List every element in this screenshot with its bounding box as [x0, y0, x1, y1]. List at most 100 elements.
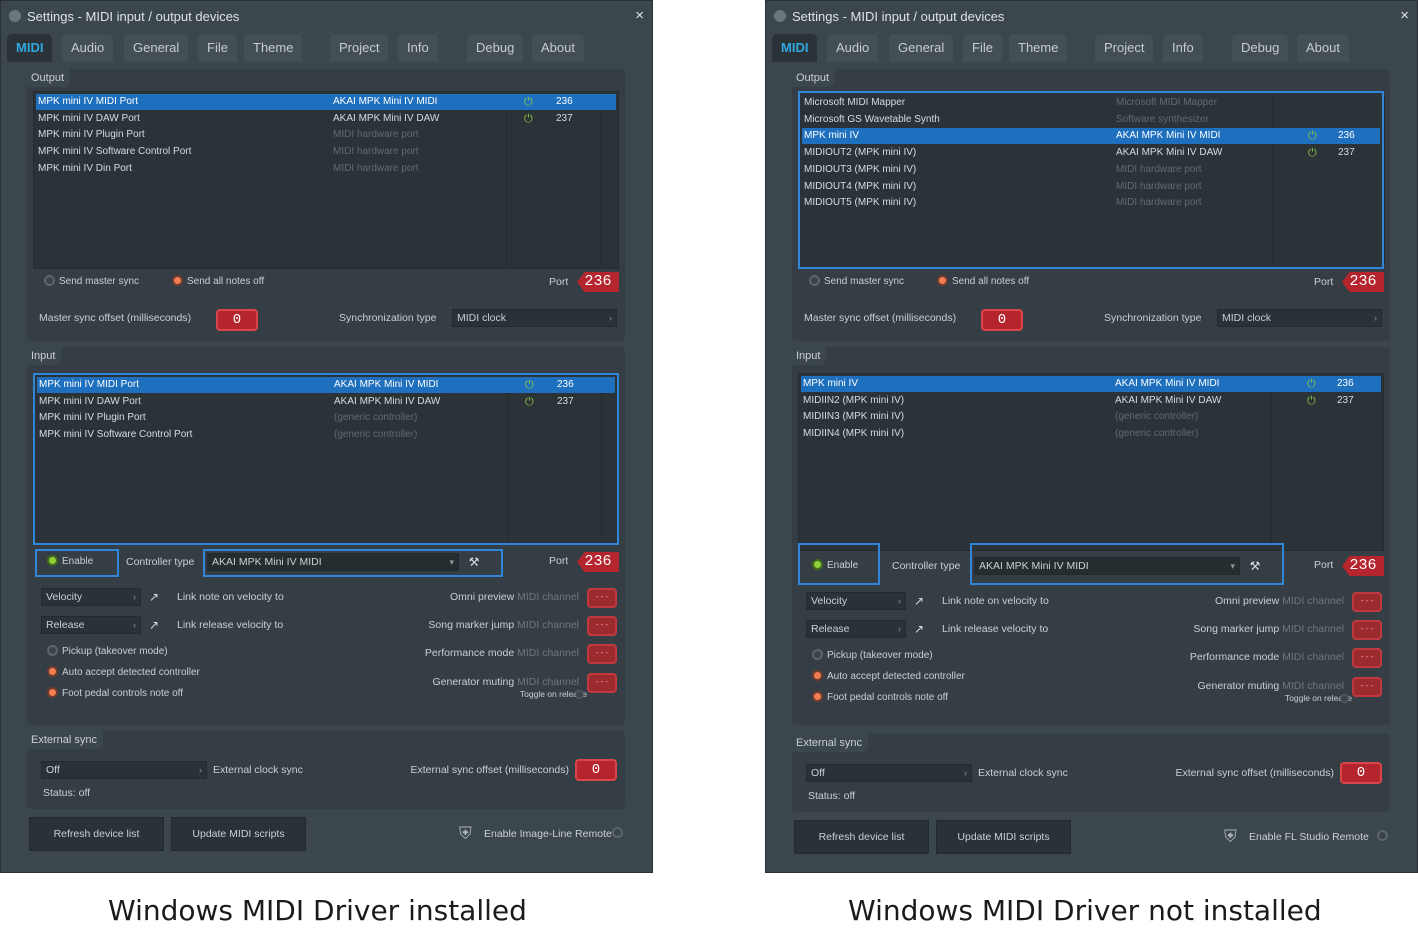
foot-pedal-radio-toggle[interactable]: [47, 687, 58, 698]
tab-about[interactable]: About: [532, 34, 584, 62]
device-row[interactable]: MPK mini IV DAW Port AKAI MPK Mini IV DAW…: [37, 394, 603, 410]
device-row[interactable]: MPK mini IV Plugin Port MIDI hardware por…: [36, 127, 604, 143]
auto-accept-radio[interactable]: Auto accept detected controller: [47, 666, 200, 680]
device-row[interactable]: MPK mini IV AKAI MPK Mini IV MIDI ⏻ 236: [801, 376, 1381, 392]
omni-preview-channel-value[interactable]: ---: [1352, 592, 1382, 612]
auto-accept-radio-toggle[interactable]: [47, 666, 58, 677]
output-port-value[interactable]: 236: [1342, 272, 1384, 292]
send-all-notes-off-toggle[interactable]: [172, 275, 183, 286]
power-icon[interactable]: ⏻: [525, 377, 534, 393]
tab-midi[interactable]: MIDI: [772, 34, 818, 62]
external-sync-select[interactable]: Off ›: [41, 761, 207, 779]
performance-mode-channel-value[interactable]: ---: [1352, 648, 1382, 668]
generator-muting-channel-value[interactable]: ---: [587, 673, 617, 693]
remote-toggle-indicator[interactable]: [1377, 830, 1388, 841]
controller-type-select[interactable]: AKAI MPK Mini IV MIDI ▾: [974, 557, 1240, 575]
performance-mode-channel-value[interactable]: ---: [587, 644, 617, 664]
input-device-list[interactable]: MPK mini IV MIDI Port AKAI MPK Mini IV MI…: [33, 373, 619, 545]
pickup-radio-toggle[interactable]: [47, 645, 58, 656]
update-midi-scripts-button[interactable]: Update MIDI scripts: [936, 820, 1071, 854]
device-row[interactable]: MIDIIN3 (MPK mini IV) (generic controller…: [801, 409, 1381, 425]
toggle-on-release-radio[interactable]: [1340, 692, 1353, 706]
tab-file[interactable]: File: [198, 34, 237, 62]
link-icon[interactable]: ↗: [145, 617, 163, 633]
device-row[interactable]: MPK mini IV Plugin Port (generic controll…: [37, 410, 603, 426]
send-all-notes-off-radio[interactable]: Send all notes off: [172, 275, 264, 289]
auto-accept-radio-toggle[interactable]: [812, 670, 823, 681]
tab-project[interactable]: Project: [330, 34, 389, 62]
tab-project[interactable]: Project: [1095, 34, 1154, 62]
tab-theme[interactable]: Theme: [244, 34, 303, 62]
controller-type-select[interactable]: AKAI MPK Mini IV MIDI ▾: [207, 553, 459, 571]
send-all-notes-off-radio[interactable]: Send all notes off: [937, 275, 1029, 289]
power-icon[interactable]: ⏻: [524, 111, 533, 127]
wrench-icon[interactable]: ⚒: [465, 554, 483, 570]
remote-toggle[interactable]: [1377, 830, 1392, 844]
tab-about[interactable]: About: [1297, 34, 1349, 62]
release-select[interactable]: Release ›: [806, 620, 906, 638]
power-icon[interactable]: ⏻: [524, 94, 533, 110]
output-device-list[interactable]: MPK mini IV MIDI Port AKAI MPK Mini IV MI…: [33, 91, 619, 269]
device-row[interactable]: MIDIOUT5 (MPK mini IV) MIDI hardware port: [802, 195, 1380, 211]
power-icon[interactable]: ⏻: [1307, 393, 1316, 409]
power-icon[interactable]: ⏻: [525, 394, 534, 410]
remote-toggle-indicator[interactable]: [612, 827, 623, 838]
device-row[interactable]: MPK mini IV DAW Port AKAI MPK Mini IV DAW…: [36, 111, 604, 127]
input-port-value[interactable]: 236: [577, 552, 619, 572]
tab-debug[interactable]: Debug: [1232, 34, 1289, 62]
input-port-value[interactable]: 236: [1342, 556, 1384, 576]
device-row[interactable]: MIDIOUT3 (MPK mini IV) MIDI hardware port: [802, 162, 1380, 178]
power-icon[interactable]: ⏻: [1308, 145, 1317, 161]
toggle-on-release-toggle[interactable]: [1340, 694, 1349, 703]
device-row[interactable]: MIDIOUT4 (MPK mini IV) MIDI hardware port: [802, 179, 1380, 195]
external-sync-offset-value[interactable]: 0: [1340, 762, 1382, 784]
release-select[interactable]: Release ›: [41, 616, 141, 634]
tab-debug[interactable]: Debug: [467, 34, 524, 62]
tab-file[interactable]: File: [963, 34, 1002, 62]
tab-audio[interactable]: Audio: [62, 34, 114, 62]
toggle-on-release-toggle[interactable]: [575, 690, 584, 699]
remote-toggle[interactable]: [612, 827, 627, 841]
device-row[interactable]: MPK mini IV Din Port MIDI hardware port: [36, 161, 604, 177]
pickup-radio[interactable]: Pickup (takeover mode): [812, 649, 933, 663]
send-master-sync-toggle[interactable]: [809, 275, 820, 286]
pickup-radio-toggle[interactable]: [812, 649, 823, 660]
close-icon[interactable]: ×: [1400, 7, 1409, 24]
input-device-list[interactable]: MPK mini IV AKAI MPK Mini IV MIDI ⏻ 236 MIDI…: [798, 373, 1384, 551]
device-row[interactable]: Microsoft GS Wavetable Synth Software syn…: [802, 112, 1380, 128]
device-row[interactable]: MIDIIN4 (MPK mini IV) (generic controller…: [801, 426, 1381, 442]
foot-pedal-radio[interactable]: Foot pedal controls note off: [812, 691, 948, 705]
power-icon[interactable]: ⏻: [1307, 376, 1316, 392]
update-midi-scripts-button[interactable]: Update MIDI scripts: [171, 817, 306, 851]
device-row[interactable]: MIDIIN2 (MPK mini IV) AKAI MPK Mini IV DA…: [801, 393, 1381, 409]
tab-info[interactable]: Info: [1163, 34, 1203, 62]
tab-theme[interactable]: Theme: [1009, 34, 1068, 62]
external-sync-select[interactable]: Off ›: [806, 764, 972, 782]
auto-accept-radio[interactable]: Auto accept detected controller: [812, 670, 965, 684]
foot-pedal-radio[interactable]: Foot pedal controls note off: [47, 687, 183, 701]
device-row[interactable]: MPK mini IV Software Control Port (generi…: [37, 427, 603, 443]
pickup-radio[interactable]: Pickup (takeover mode): [47, 645, 168, 659]
master-sync-offset-value[interactable]: 0: [981, 309, 1023, 331]
foot-pedal-radio-toggle[interactable]: [812, 691, 823, 702]
send-master-sync-radio[interactable]: Send master sync: [44, 275, 139, 289]
wrench-icon[interactable]: ⚒: [1246, 558, 1264, 574]
refresh-device-list-button[interactable]: Refresh device list: [29, 817, 164, 851]
device-row[interactable]: MIDIOUT2 (MPK mini IV) AKAI MPK Mini IV D…: [802, 145, 1380, 161]
generator-muting-channel-value[interactable]: ---: [1352, 677, 1382, 697]
velocity-select[interactable]: Velocity ›: [41, 588, 141, 606]
link-icon[interactable]: ↗: [145, 589, 163, 605]
close-icon[interactable]: ×: [635, 7, 644, 24]
tab-general[interactable]: General: [889, 34, 954, 62]
send-master-sync-toggle[interactable]: [44, 275, 55, 286]
link-icon[interactable]: ↗: [910, 621, 928, 637]
send-master-sync-radio[interactable]: Send master sync: [809, 275, 904, 289]
tab-midi[interactable]: MIDI: [7, 34, 53, 62]
tab-info[interactable]: Info: [398, 34, 438, 62]
device-row[interactable]: MPK mini IV MIDI Port AKAI MPK Mini IV MI…: [36, 94, 616, 110]
sync-type-select[interactable]: MIDI clock ›: [1217, 309, 1382, 327]
song-marker-jump-channel-value[interactable]: ---: [1352, 620, 1382, 640]
tab-audio[interactable]: Audio: [827, 34, 879, 62]
device-row[interactable]: MPK mini IV Software Control Port MIDI ha…: [36, 144, 604, 160]
master-sync-offset-value[interactable]: 0: [216, 309, 258, 331]
